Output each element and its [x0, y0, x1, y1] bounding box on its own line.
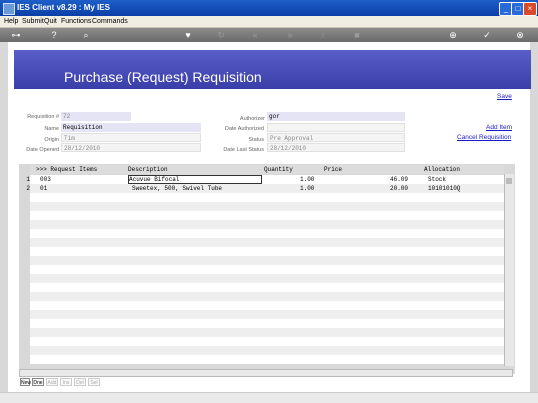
table-row[interactable]: 003 Acuvue Bifocal 1.00 46.09 Stock: [30, 175, 504, 184]
empty-row[interactable]: [30, 310, 504, 319]
cancel-icon[interactable]: ⊗: [514, 29, 526, 41]
empty-row[interactable]: [30, 211, 504, 220]
horizontal-scrollbar[interactable]: [19, 369, 513, 377]
empty-row[interactable]: [30, 292, 504, 301]
check-icon[interactable]: ✓: [481, 29, 493, 41]
table-row[interactable]: 01 Sweetex, 500, Swivel Tube 1.00 20.00 …: [30, 184, 504, 193]
help-icon[interactable]: ?: [48, 29, 60, 41]
cell-quantity[interactable]: 1.00: [300, 175, 314, 184]
requisition-label: Requisition #: [27, 114, 59, 120]
row-number: 1: [26, 176, 30, 183]
up-icon[interactable]: ↑: [317, 29, 329, 41]
empty-row[interactable]: [30, 256, 504, 265]
empty-row[interactable]: [30, 238, 504, 247]
empty-row[interactable]: [30, 247, 504, 256]
header-description[interactable]: Description: [128, 165, 168, 174]
empty-row[interactable]: [30, 229, 504, 238]
right-frame: [530, 42, 538, 402]
stop-icon[interactable]: ■: [351, 29, 363, 41]
cell-description[interactable]: Sweetex, 500, Swivel Tube: [132, 184, 222, 193]
menu-bar: Help Submit Quit Functions Commands: [0, 16, 538, 28]
cell-item[interactable]: 01: [40, 184, 47, 193]
grid-header: >>> Request Items Description Quantity P…: [30, 165, 504, 174]
name-label: Name: [44, 126, 59, 132]
requisition-number-field[interactable]: 72: [61, 112, 131, 121]
forward-icon[interactable]: »: [284, 29, 296, 41]
new-tab[interactable]: New: [20, 378, 31, 386]
date-opened-field[interactable]: 28/12/2010: [61, 143, 201, 152]
empty-row[interactable]: [30, 265, 504, 274]
empty-row[interactable]: [30, 193, 504, 202]
menu-quit[interactable]: Quit: [44, 16, 57, 27]
cell-item[interactable]: 003: [40, 175, 51, 184]
date-opened-label: Date Opened: [26, 147, 59, 153]
cell-description[interactable]: Acuvue Bifocal: [128, 175, 262, 184]
row-number: 2: [26, 185, 30, 192]
date-last-status-field[interactable]: 28/12/2010: [267, 143, 405, 152]
add-item-link[interactable]: Add Item: [486, 124, 512, 131]
origin-label: Origin: [44, 137, 59, 143]
status-strip: [0, 392, 538, 403]
select-tab[interactable]: Sel: [88, 378, 100, 386]
menu-help[interactable]: Help: [4, 16, 18, 27]
menu-commands[interactable]: Commands: [92, 16, 128, 27]
header-allocation[interactable]: Allocation: [424, 165, 460, 174]
status-field[interactable]: Pre Approval: [267, 133, 405, 142]
heart-icon[interactable]: ♥: [182, 29, 194, 41]
close-button[interactable]: ×: [523, 2, 537, 16]
empty-row[interactable]: [30, 274, 504, 283]
cancel-requisition-link[interactable]: Cancel Requisition: [457, 134, 511, 141]
empty-row[interactable]: [30, 319, 504, 328]
origin-field[interactable]: Tim: [61, 133, 201, 142]
name-field[interactable]: Requisition: [61, 123, 201, 132]
empty-row[interactable]: [30, 328, 504, 337]
header-price[interactable]: Price: [324, 165, 342, 174]
toolbar: ⊶ ? ⌕ ♥ ↻ « » ↑ ■ ⊕ ✓ ⊗: [0, 28, 538, 42]
menu-submit[interactable]: Submit: [22, 16, 44, 27]
authorizer-field[interactable]: gor: [267, 112, 405, 121]
search-icon[interactable]: ⌕: [80, 29, 92, 41]
vertical-scrollbar[interactable]: [504, 174, 514, 366]
empty-row[interactable]: [30, 355, 504, 364]
page-title: Purchase (Request) Requisition: [64, 69, 262, 85]
back-icon[interactable]: «: [249, 29, 261, 41]
header-quantity[interactable]: Quantity: [264, 165, 293, 174]
empty-row[interactable]: [30, 301, 504, 310]
date-last-status-label: Date Last Status: [223, 147, 264, 153]
refresh-icon[interactable]: ↻: [215, 29, 227, 41]
empty-row[interactable]: [30, 220, 504, 229]
empty-row[interactable]: [30, 346, 504, 355]
empty-row[interactable]: [30, 202, 504, 211]
header-request-items[interactable]: >>> Request Items: [36, 165, 97, 174]
left-frame: [0, 42, 8, 402]
date-authorized-field[interactable]: [267, 123, 405, 132]
save-link[interactable]: Save: [497, 93, 512, 100]
empty-row[interactable]: [30, 283, 504, 292]
add-tab[interactable]: Add: [46, 378, 58, 386]
cell-price[interactable]: 20.00: [390, 184, 408, 193]
status-label: Status: [248, 137, 264, 143]
cell-allocation[interactable]: 10101010Q: [428, 184, 460, 193]
cell-allocation[interactable]: Stock: [428, 175, 446, 184]
delete-tab[interactable]: Del: [74, 378, 86, 386]
key-icon[interactable]: ⊶: [8, 29, 24, 41]
date-authorized-label: Date Authorized: [224, 126, 264, 132]
menu-functions[interactable]: Functions: [61, 16, 91, 27]
insert-tab[interactable]: Ins: [60, 378, 72, 386]
done-tab[interactable]: Dne: [32, 378, 44, 386]
app-icon: [3, 3, 15, 15]
empty-row[interactable]: [30, 337, 504, 346]
cell-quantity[interactable]: 1.00: [300, 184, 314, 193]
scroll-thumb[interactable]: [506, 178, 512, 184]
window-title: IES Client v8.29 : My IES: [17, 3, 110, 12]
authorizer-label: Authorizer: [239, 116, 265, 122]
title-bar: IES Client v8.29 : My IES _ □ ×: [0, 0, 538, 16]
globe-icon[interactable]: ⊕: [447, 29, 459, 41]
cell-price[interactable]: 46.09: [390, 175, 408, 184]
